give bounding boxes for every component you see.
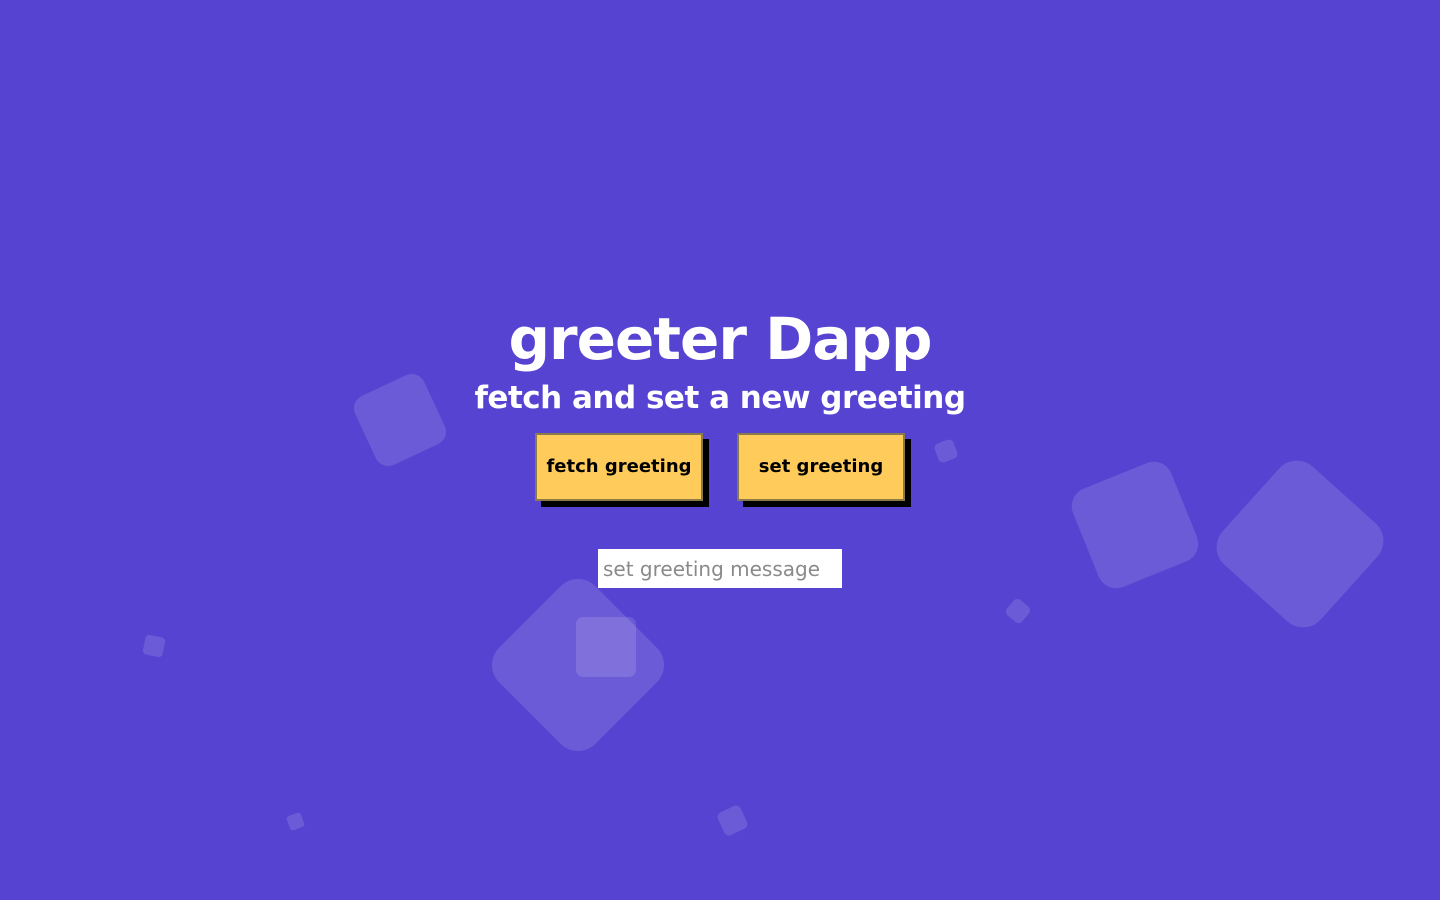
greeting-message-input[interactable]	[598, 549, 842, 588]
main-content: greeter Dapp fetch and set a new greetin…	[0, 0, 1440, 900]
set-greeting-button[interactable]: set greeting	[737, 433, 905, 501]
page-title: greeter Dapp	[508, 305, 933, 373]
fetch-greeting-button[interactable]: fetch greeting	[535, 433, 703, 501]
page-subtitle: fetch and set a new greeting	[474, 380, 966, 416]
